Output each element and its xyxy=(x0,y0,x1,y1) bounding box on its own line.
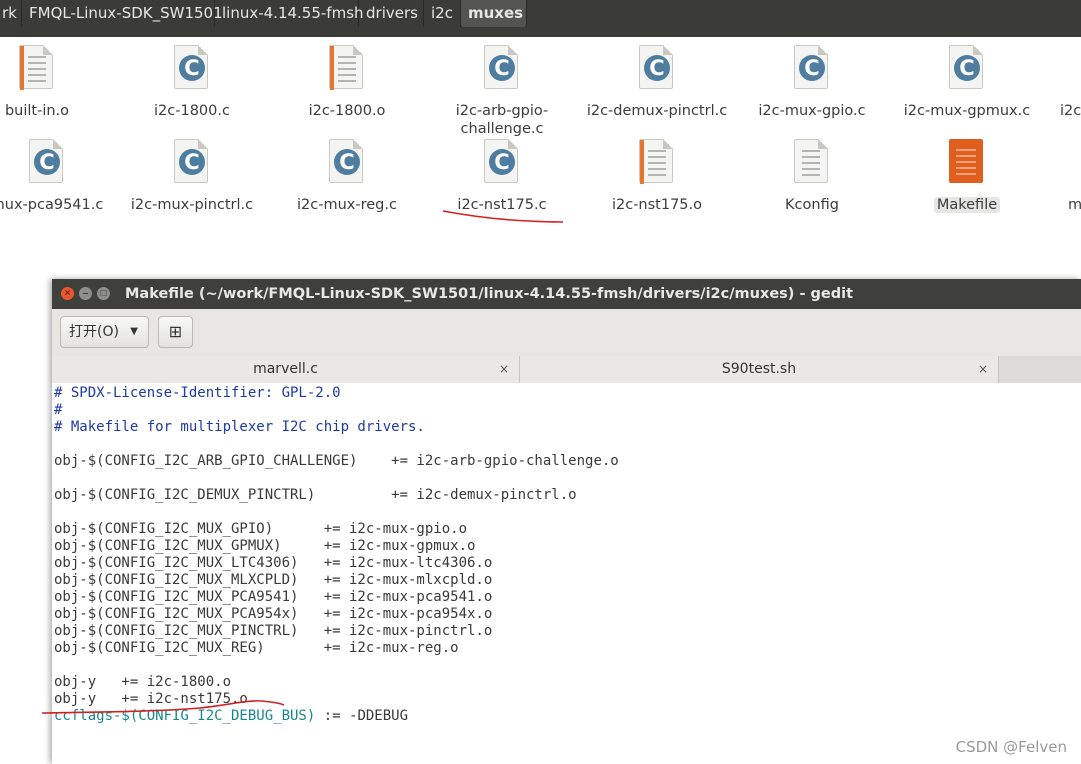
file-name: i2c-mux-gpio.c xyxy=(758,103,866,119)
code-line: obj-$(CONFIG_I2C_MUX_GPIO) += i2c-mux-gp… xyxy=(54,521,468,537)
object-file-icon xyxy=(639,139,675,185)
code-line: ccflags-$(CONFIG_I2C_DEBUG_BUS) := -DDEB… xyxy=(54,708,408,725)
file-name: built-in.o xyxy=(4,103,70,119)
code-line: obj-y += i2c-1800.o xyxy=(54,674,232,690)
file-name: i2c xyxy=(1060,103,1081,119)
file-name: i2c-arb-gpio-challenge.c xyxy=(427,102,577,138)
gedit-window: × – □ Makefile (~/work/FMQL-Linux-SDK_SW… xyxy=(52,279,1081,764)
file-name-line: challenge.c xyxy=(460,121,544,137)
file-name: Makefile xyxy=(892,196,1042,214)
new-tab-button[interactable]: ⊞ xyxy=(158,316,193,348)
tab-marvell[interactable]: marvell.c × xyxy=(52,356,520,383)
open-button[interactable]: 打开(O) ▼ xyxy=(60,316,149,348)
code-line: obj-$(CONFIG_I2C_DEMUX_PINCTRL) += i2c-d… xyxy=(54,487,577,503)
tab-label: marvell.c xyxy=(253,361,318,377)
file-name-highlight: Makefile xyxy=(933,197,1001,213)
tab-close-icon[interactable]: × xyxy=(978,356,988,383)
code-line: obj-$(CONFIG_I2C_MUX_PINCTRL) += i2c-mux… xyxy=(54,623,493,639)
code-text: := -DDEBUG xyxy=(315,708,409,724)
path-segment[interactable]: i2c xyxy=(424,0,461,27)
object-file-icon xyxy=(19,45,55,91)
path-segment[interactable]: drivers xyxy=(359,0,424,27)
new-document-icon: ⊞ xyxy=(168,322,183,341)
c-source-icon: C xyxy=(29,139,65,185)
text-file-icon xyxy=(794,139,830,185)
open-button-label: 打开(O) xyxy=(69,324,119,340)
file-name: i2c-mux-gpmux.c xyxy=(903,103,1031,119)
file-name-line: i2c-arb-gpio- xyxy=(455,103,549,119)
c-source-icon: C xyxy=(949,45,985,91)
file-name: i2c-nst175.o xyxy=(611,197,703,213)
code-line: obj-$(CONFIG_I2C_MUX_MLXCPLD) += i2c-mux… xyxy=(54,572,493,588)
file-name: i2c-mux-reg.c xyxy=(297,197,397,213)
c-source-icon: C xyxy=(174,139,210,185)
code-line: obj-$(CONFIG_I2C_MUX_GPMUX) += i2c-mux-g… xyxy=(54,538,476,554)
code-line: obj-$(CONFIG_I2C_MUX_REG) += i2c-mux-reg… xyxy=(54,640,459,656)
maximize-icon[interactable]: □ xyxy=(97,287,110,300)
object-file-icon xyxy=(329,45,365,91)
code-line: obj-$(CONFIG_I2C_MUX_PCA9541) += i2c-mux… xyxy=(54,589,493,605)
c-source-icon: C xyxy=(484,45,520,91)
file-name: i2c-1800.c xyxy=(154,103,230,119)
path-segment[interactable]: FMQL-Linux-SDK_SW1501 xyxy=(22,0,223,27)
code-line: obj-y += i2c-nst175.o xyxy=(54,691,248,707)
code-line: obj-$(CONFIG_I2C_MUX_PCA954x) += i2c-mux… xyxy=(54,606,493,622)
file-name: i2c-1800.o xyxy=(308,103,386,119)
c-source-icon: C xyxy=(794,45,830,91)
file-name: mux-pca9541.c xyxy=(0,197,104,213)
code-line: # SPDX-License-Identifier: GPL-2.0 xyxy=(54,385,341,401)
code-line: # xyxy=(54,402,63,418)
close-icon[interactable]: × xyxy=(61,287,74,300)
window-title: Makefile (~/work/FMQL-Linux-SDK_SW1501/l… xyxy=(125,286,854,302)
title-bar: × – □ Makefile (~/work/FMQL-Linux-SDK_SW… xyxy=(52,279,1081,309)
file-name: m xyxy=(1068,197,1081,213)
toolbar: 打开(O) ▼ ⊞ xyxy=(52,309,1081,357)
watermark: CSDN @Felven xyxy=(955,738,1067,756)
path-segment-current[interactable]: muxes xyxy=(461,0,527,27)
tab-bar: marvell.c × S90test.sh × xyxy=(52,356,1081,384)
makefile-icon xyxy=(949,139,985,185)
tab-s90test[interactable]: S90test.sh × xyxy=(520,356,999,383)
c-source-icon: C xyxy=(329,139,365,185)
path-segment[interactable]: linux-4.14.55-fmsh xyxy=(215,0,364,27)
c-source-icon: C xyxy=(484,139,520,185)
code-line: obj-$(CONFIG_I2C_MUX_LTC4306) += i2c-mux… xyxy=(54,555,493,571)
file-name: i2c-mux-pinctrl.c xyxy=(130,197,254,213)
c-source-icon: C xyxy=(174,45,210,91)
path-segment[interactable]: rk xyxy=(0,0,22,27)
tab-label: S90test.sh xyxy=(721,361,797,377)
code-variable: ccflags-$(CONFIG_I2C_DEBUG_BUS) xyxy=(54,708,316,724)
tab-close-icon[interactable]: × xyxy=(499,356,509,383)
editor-text-area[interactable]: # SPDX-License-Identifier: GPL-2.0 # # M… xyxy=(52,383,1081,764)
code-line: obj-$(CONFIG_I2C_ARB_GPIO_CHALLENGE) += … xyxy=(54,453,619,469)
minimize-icon[interactable]: – xyxy=(79,287,92,300)
file-name: i2c-nst175.c xyxy=(457,197,547,213)
file-name: i2c-demux-pinctrl.c xyxy=(586,103,728,119)
c-source-icon: C xyxy=(639,45,675,91)
chevron-down-icon: ▼ xyxy=(130,326,138,337)
code-line: # Makefile for multiplexer I2C chip driv… xyxy=(54,419,425,435)
path-bar: rk FMQL-Linux-SDK_SW1501 linux-4.14.55-f… xyxy=(0,0,1081,37)
file-name: Kconfig xyxy=(785,197,839,213)
